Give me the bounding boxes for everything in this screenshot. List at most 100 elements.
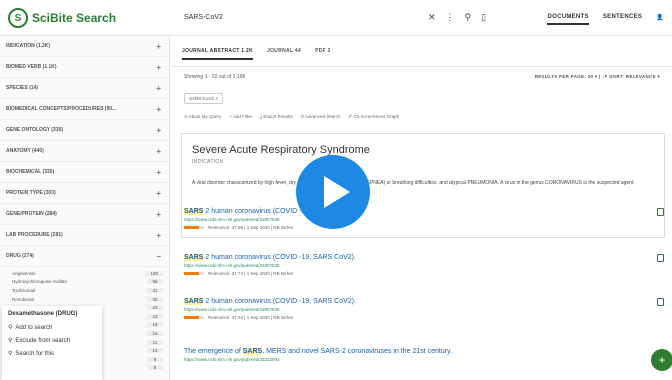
about-my-query-link[interactable]: ⊙ About My Query	[184, 114, 221, 120]
query-actions: ⊙ About My Query + Add Filter ⤓ Export R…	[184, 114, 399, 120]
result-meta: Relevance: 37.99 | 1 Sep 2020 | RB Mcfee	[184, 225, 664, 230]
result-item: SARS 2 human coronavirus (COVID -19, SAR…	[184, 208, 664, 230]
facet-label: LAB PROCEDURE (281)	[6, 232, 63, 238]
drug-facet-row[interactable]: Tocilizumab 31	[12, 286, 163, 295]
facet-label: BIOMEDICAL CONCEPTS/PROCEDURES (90...	[6, 106, 117, 112]
drug-count: 23	[147, 313, 163, 319]
source-tabs: JOURNAL ABSTRACT 1.2K JOURNAL 44 PDF 2	[182, 48, 331, 60]
query-chip[interactable]: SARS-CoV2 ×	[184, 93, 223, 104]
expand-toggle-icon[interactable]: +	[156, 63, 161, 72]
exclude-from-search-item[interactable]: ⚲ Exclude from search	[2, 334, 102, 347]
expand-toggle-icon[interactable]: +	[156, 126, 161, 135]
facet-item[interactable]: LAB PROCEDURE (281) +	[0, 225, 169, 246]
drug-facet-row[interactable]: Hydroxychloroquine Sulfate 58	[12, 278, 163, 287]
expand-toggle-icon[interactable]: +	[156, 231, 161, 240]
result-item: The emergence of SARS, MERS and novel SA…	[184, 348, 664, 365]
expand-toggle-icon[interactable]: +	[156, 189, 161, 198]
expand-toggle-icon[interactable]: +	[156, 168, 161, 177]
result-title-link[interactable]: SARS 2 human coronavirus (COVID -19, SAR…	[184, 208, 664, 215]
plus-icon[interactable]: +	[651, 349, 672, 371]
add-filter-link[interactable]: + Add Filter	[229, 114, 252, 120]
drug-facet-row[interactable]: Angiotensin 100	[12, 269, 163, 278]
main-content: JOURNAL ABSTRACT 1.2K JOURNAL 44 PDF 2 S…	[172, 36, 672, 380]
bookmark-icon[interactable]: ▯	[481, 12, 486, 23]
drug-facet-row[interactable]: Remdesivir 30	[12, 295, 163, 304]
drug-count: 18	[147, 322, 163, 328]
result-url[interactable]: https://www.ncbi.nlm.nih.gov/pubmed/3280…	[184, 263, 664, 268]
result-url[interactable]: https://www.ncbi.nlm.nih.gov/pubmed/3280…	[184, 307, 664, 312]
drug-name: Angiotensin	[12, 270, 36, 276]
facet-label: PROTEIN TYPE (303)	[6, 190, 56, 196]
result-meta: Relevance: 37.34 | 1 Sep 2020 | RB Mcfee	[184, 315, 664, 320]
result-item: SARS 2 human coronavirus (COVID -19, SAR…	[184, 298, 664, 320]
search-icon[interactable]: ⚲	[465, 12, 472, 23]
expand-toggle-icon[interactable]: +	[156, 210, 161, 219]
relevance-bar	[184, 316, 204, 319]
co-occurrences-graph-link[interactable]: ✐ Co-occurrences Graph	[349, 114, 400, 120]
expand-toggle-icon[interactable]: −	[156, 252, 161, 261]
expand-toggle-icon[interactable]: +	[156, 84, 161, 93]
drug-name: Hydroxychloroquine Sulfate	[12, 279, 68, 285]
search-for-this-item[interactable]: ⚲ Search for this	[2, 347, 102, 360]
facet-label: BIOCHEMICAL (335)	[6, 169, 55, 175]
add-to-search-item[interactable]: ⚲ Add to search	[2, 321, 102, 334]
close-icon[interactable]: ✕	[428, 12, 436, 23]
facet-item[interactable]: INDICATION (1.2K) +	[0, 36, 169, 57]
facet-item[interactable]: BIOMED VERB (1.1K) +	[0, 57, 169, 78]
drug-count: 30	[147, 296, 163, 302]
drug-name: Tocilizumab	[12, 287, 36, 293]
top-bar: S SciBite Search SARS-CoV2 ✕ ⋮ ⚲ ▯ DOCUM…	[0, 0, 672, 36]
context-menu: Dexamethasone (DRUG) ⚲ Add to search ⚲ Exc…	[2, 306, 102, 380]
more-vert-icon[interactable]: ⋮	[446, 12, 455, 23]
result-title-link[interactable]: SARS 2 human coronavirus (COVID -19, SAR…	[184, 254, 664, 261]
drug-count: 16	[147, 330, 163, 336]
pdf-document-icon[interactable]	[657, 298, 664, 306]
relevance-bar	[184, 272, 204, 275]
divider	[172, 66, 672, 67]
facet-item[interactable]: SPECIES (14) +	[0, 78, 169, 99]
facet-item[interactable]: GENE ONTOLOGY (339) +	[0, 120, 169, 141]
advanced-search-link[interactable]: ⚲ Advanced Search	[301, 114, 341, 120]
search-plus-icon: ⚲	[8, 325, 13, 331]
tab-documents[interactable]: DOCUMENTS	[547, 14, 589, 25]
tab-journal-abstract[interactable]: JOURNAL ABSTRACT 1.2K	[182, 48, 254, 60]
drug-count: 24	[147, 305, 163, 311]
drug-count: 11	[147, 339, 163, 345]
results-per-page-sort[interactable]: RESULTS PER PAGE: 20 ▾ | ↓F SORT: RELEVA…	[535, 74, 660, 80]
result-url[interactable]: https://www.ncbi.nlm.nih.gov/pubmed/3232…	[184, 357, 664, 362]
expand-toggle-icon[interactable]: +	[156, 105, 161, 114]
facet-item[interactable]: BIOMEDICAL CONCEPTS/PROCEDURES (90... +	[0, 99, 169, 120]
result-url[interactable]: https://www.ncbi.nlm.nih.gov/pubmed/3280…	[184, 217, 664, 222]
drug-count: 31	[147, 287, 163, 293]
result-title-link[interactable]: SARS 2 human coronavirus (COVID -19, SAR…	[184, 298, 664, 305]
facet-label: GENE ONTOLOGY (339)	[6, 127, 64, 133]
export-results-link[interactable]: ⤓ Export Results	[260, 114, 293, 120]
person-icon[interactable]: 👤	[656, 14, 664, 25]
video-play-button[interactable]	[296, 155, 370, 229]
logo[interactable]: S SciBite Search	[8, 8, 116, 28]
tab-sentences[interactable]: SENTENCES	[603, 14, 642, 25]
tab-pdf[interactable]: PDF 2	[315, 48, 331, 60]
app-title: SciBite Search	[32, 11, 117, 25]
definition-body: A viral disorder characterized by high f…	[192, 180, 635, 186]
relevance-bar	[184, 226, 204, 229]
pdf-document-icon[interactable]	[657, 208, 664, 216]
facet-item[interactable]: GENE/PROTEIN (284) +	[0, 204, 169, 225]
results-count: Showing 1 - 20 out of 1,168	[184, 74, 246, 80]
definition-title: Severe Acute Respiratory Syndrome	[192, 144, 370, 156]
tab-journal[interactable]: JOURNAL 44	[267, 48, 301, 60]
facet-label: BIOMED VERB (1.1K)	[6, 64, 57, 70]
drug-count: 10	[147, 348, 163, 354]
result-title-link[interactable]: The emergence of SARS, MERS and novel SA…	[184, 348, 664, 355]
pdf-document-icon[interactable]	[657, 254, 664, 262]
facet-item[interactable]: PROTEIN TYPE (303) +	[0, 183, 169, 204]
expand-toggle-icon[interactable]: +	[156, 42, 161, 51]
facet-item[interactable]: ANATOMY (440) +	[0, 141, 169, 162]
drug-count: 58	[147, 279, 163, 285]
definition-type: INDICATION	[192, 159, 224, 165]
search-tools: ✕ ⋮ ⚲ ▯	[428, 12, 486, 23]
facet-item[interactable]: BIOCHEMICAL (335) +	[0, 162, 169, 183]
expand-toggle-icon[interactable]: +	[156, 147, 161, 156]
context-menu-header: Dexamethasone (DRUG)	[8, 311, 78, 317]
facet-item[interactable]: DRUG (274) −	[0, 246, 169, 267]
